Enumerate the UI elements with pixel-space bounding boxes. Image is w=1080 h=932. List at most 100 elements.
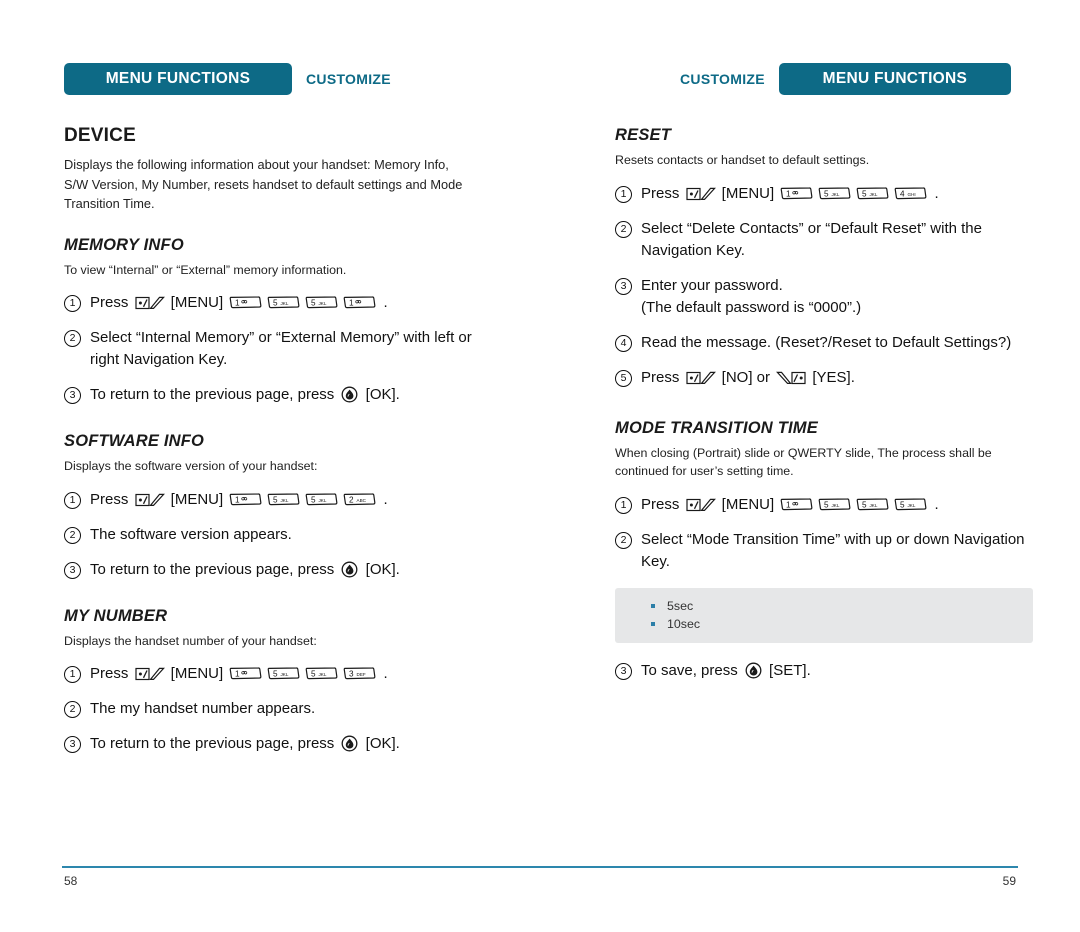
option-list-item[interactable]: 10sec (615, 615, 1033, 633)
numbered-step: 3 To return to the previous page, press [… (64, 384, 476, 406)
keypad-key-1-icon: 1 (781, 186, 813, 199)
svg-text:1: 1 (786, 189, 791, 198)
svg-text:1: 1 (235, 298, 240, 307)
step-number: 1 (615, 185, 632, 203)
left-page-header: MENU FUNCTIONS CUSTOMIZE (64, 62, 391, 96)
step-text: Select “Internal Memory” or “External Me… (90, 329, 472, 368)
svg-text:5: 5 (311, 669, 316, 678)
numbered-step: 1 Press [MENU] 1 5 JKL 5 JKL 3 DEF . (64, 663, 476, 685)
subsection: MEMORY INFO To view “Internal” or “Extern… (64, 236, 476, 407)
banner-customize-left[interactable]: CUSTOMIZE (306, 71, 391, 87)
numbered-step: 2 Select “Delete Contacts” or “Default Re… (615, 218, 1033, 262)
step-number: 3 (64, 387, 81, 404)
svg-text:5: 5 (862, 500, 867, 509)
subsection: MODE TRANSITION TIME When closing (Portra… (615, 419, 1033, 682)
svg-text:GHI: GHI (908, 192, 916, 197)
svg-text:JKL: JKL (281, 498, 289, 503)
subsection-desc: Displays the software version of your ha… (64, 459, 318, 473)
step-number: 2 (64, 330, 81, 347)
keypad-key-5-icon: 5 JKL (819, 186, 851, 199)
subsection-desc: When closing (Portrait) slide or QWERTY … (615, 445, 992, 479)
subsection-desc: To view “Internal” or “External” memory … (64, 262, 347, 277)
step-text: To save, press [SET]. (641, 661, 811, 679)
menu-soft-key-icon (685, 187, 716, 200)
menu-soft-key-icon (685, 498, 716, 511)
banner-customize-right[interactable]: CUSTOMIZE (680, 71, 765, 87)
step-text: Read the message. (Reset?/Reset to Defau… (641, 333, 1012, 351)
keypad-key-1-icon: 1 (344, 296, 376, 309)
svg-text:1: 1 (786, 500, 791, 509)
svg-text:5: 5 (824, 500, 829, 509)
step-text: Select “Delete Contacts” or “Default Res… (641, 219, 982, 259)
subsection: RESET Resets contacts or handset to defau… (615, 126, 1033, 389)
numbered-step: 3 Enter your password. (The default passwo… (615, 275, 1033, 319)
banner-menu-functions-right[interactable]: MENU FUNCTIONS (778, 63, 1011, 95)
svg-text:ABC: ABC (357, 498, 367, 503)
keypad-key-5-icon: 5 JKL (268, 667, 300, 680)
step-number: 1 (64, 295, 81, 312)
keypad-key-5-icon: 5 JKL (268, 296, 300, 309)
option-list-item[interactable]: 5sec (615, 597, 1033, 615)
svg-text:JKL: JKL (870, 192, 878, 197)
step-text: Select “Mode Transition Time” with up or… (641, 530, 1025, 570)
step-text: To return to the previous page, press [O… (90, 560, 400, 578)
svg-text:JKL: JKL (870, 503, 878, 508)
ok-center-key-icon (342, 735, 358, 752)
ok-center-key-icon (745, 662, 762, 678)
subsection-desc: Displays the handset number of your hand… (64, 633, 317, 648)
page-number-left: 58 (64, 874, 78, 888)
left-soft-key-icon (685, 371, 716, 384)
svg-text:3: 3 (349, 669, 354, 678)
right-soft-key-icon (776, 371, 806, 384)
numbered-step: 3 To return to the previous page, press [… (64, 733, 476, 755)
numbered-step: 1 Press [MENU] 1 5 JKL 5 JKL 5 JKL . (615, 494, 1033, 516)
keypad-key-3-icon: 3 DEF (344, 667, 376, 680)
step-number: 5 (615, 369, 632, 387)
svg-text:JKL: JKL (908, 503, 916, 508)
menu-soft-key-icon (134, 667, 165, 681)
step-number: 2 (615, 220, 632, 238)
numbered-step: 3 To save, press [SET]. (615, 660, 1033, 682)
svg-text:5: 5 (273, 495, 278, 504)
svg-text:4: 4 (900, 189, 905, 198)
step-number: 3 (615, 277, 632, 295)
left-page-body: DEVICE Displays the following informatio… (64, 125, 476, 755)
numbered-step: 1 Press [MENU] 1 5 JKL 5 JKL 2 ABC . (64, 489, 476, 511)
step-number: 2 (615, 531, 632, 549)
step-text: The my handset number appears. (90, 700, 316, 717)
option-label: 10sec (667, 616, 701, 631)
keypad-key-1-icon: 1 (230, 296, 262, 309)
svg-text:JKL: JKL (832, 192, 840, 197)
keypad-key-2-icon: 2 ABC (344, 492, 376, 505)
step-number: 2 (64, 701, 81, 718)
step-number: 1 (615, 496, 632, 514)
numbered-step: 2 The my handset number appears. (64, 698, 476, 720)
ok-center-key-icon (342, 561, 358, 577)
keypad-key-1-icon: 1 (230, 667, 262, 680)
bullet-square-icon (651, 621, 655, 626)
footer-divider (62, 866, 1018, 868)
subsection-title: MODE TRANSITION TIME (615, 418, 818, 437)
step-number: 4 (615, 334, 632, 352)
numbered-step: 3 To return to the previous page, press [… (64, 559, 476, 581)
manual-spread: MENU FUNCTIONS CUSTOMIZE DEVICE Displays… (0, 0, 1080, 932)
keypad-key-5-icon: 5 JKL (857, 186, 889, 199)
right-subsection-list: RESET Resets contacts or handset to defau… (615, 126, 1033, 682)
svg-text:1: 1 (235, 495, 240, 504)
right-page-header: CUSTOMIZE MENU FUNCTIONS (680, 62, 1011, 96)
keypad-key-5-icon: 5 JKL (306, 667, 338, 680)
step-text: Press [NO] or [YES]. (641, 368, 855, 386)
step-text: Press [MENU] 1 5 JKL 5 JKL 2 ABC . (90, 490, 388, 508)
svg-text:JKL: JKL (281, 672, 289, 677)
keypad-key-5-icon: 5 JKL (819, 497, 851, 510)
step-text: Press [MENU] 1 5 JKL 5 JKL 5 JKL . (641, 495, 939, 513)
svg-text:2: 2 (349, 495, 354, 504)
numbered-step: 1 Press [MENU] 1 5 JKL 5 JKL 1 . (64, 292, 476, 314)
keypad-key-5-icon: 5 JKL (857, 497, 889, 510)
step-text: The software version appears. (90, 525, 292, 543)
banner-menu-functions-left[interactable]: MENU FUNCTIONS (64, 63, 292, 95)
option-list-box: 5sec 10sec (615, 587, 1033, 643)
section-desc-device: Displays the following information about… (64, 157, 463, 211)
subsection-title: RESET (615, 126, 672, 144)
subsection: MY NUMBER Displays the handset number of … (64, 607, 476, 756)
